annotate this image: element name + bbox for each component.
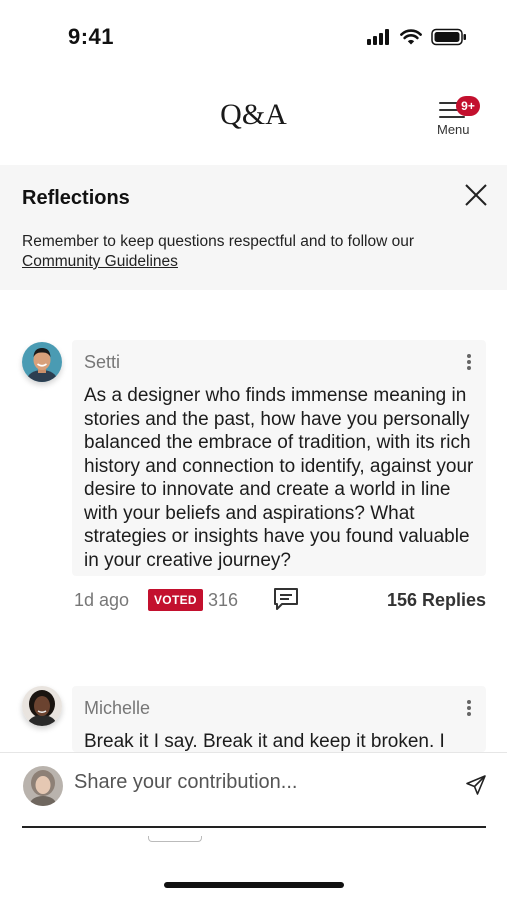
page-title: Q&A (220, 98, 287, 131)
comment-icon[interactable] (272, 585, 300, 613)
tab-bar-fragment (0, 828, 507, 848)
guidelines-banner: Reflections Remember to keep questions r… (0, 165, 507, 290)
avatar[interactable] (22, 342, 62, 382)
status-bar: 9:41 (0, 0, 507, 70)
app-header: Q&A 9+ Menu (0, 80, 507, 160)
voted-badge[interactable]: VOTED (148, 589, 203, 611)
banner-text: Remember to keep questions respectful an… (22, 232, 482, 272)
signal-icon (367, 29, 389, 45)
banner-title: Reflections (22, 187, 130, 209)
composer-bar (0, 752, 507, 828)
menu-button[interactable]: 9+ Menu (437, 96, 481, 137)
more-options-icon[interactable] (466, 700, 472, 718)
contribution-input[interactable] (74, 771, 454, 794)
replies-link[interactable]: 156 Replies (387, 590, 486, 611)
post-body: Break it I say. Break it and keep it bro… (84, 731, 445, 752)
post-body: As a designer who finds immense meaning … (84, 385, 474, 571)
user-avatar (23, 766, 63, 806)
post-card[interactable]: Setti As a designer who finds immense me… (72, 340, 486, 576)
menu-label: Menu (437, 122, 470, 137)
post-author: Michelle (84, 698, 151, 718)
battery-icon (431, 28, 466, 46)
send-icon[interactable] (465, 774, 487, 796)
vote-count: 316 (208, 590, 239, 610)
close-icon[interactable] (463, 182, 489, 208)
post-timestamp: 1d ago (74, 590, 130, 610)
community-guidelines-link[interactable]: Community Guidelines (22, 253, 178, 270)
status-icons (367, 28, 467, 46)
avatar[interactable] (22, 686, 62, 726)
more-options-icon[interactable] (466, 354, 472, 372)
notification-badge: 9+ (456, 96, 480, 116)
banner-message: Remember to keep questions respectful an… (22, 233, 415, 250)
home-indicator[interactable] (164, 882, 344, 888)
wifi-icon (400, 29, 422, 45)
post-meta: 1d ago VOTED 316 156 Replies (0, 585, 507, 615)
post-author: Setti (84, 352, 121, 372)
post-card[interactable]: Michelle Break it I say. Break it and ke… (72, 686, 486, 752)
status-time: 9:41 (68, 24, 115, 49)
